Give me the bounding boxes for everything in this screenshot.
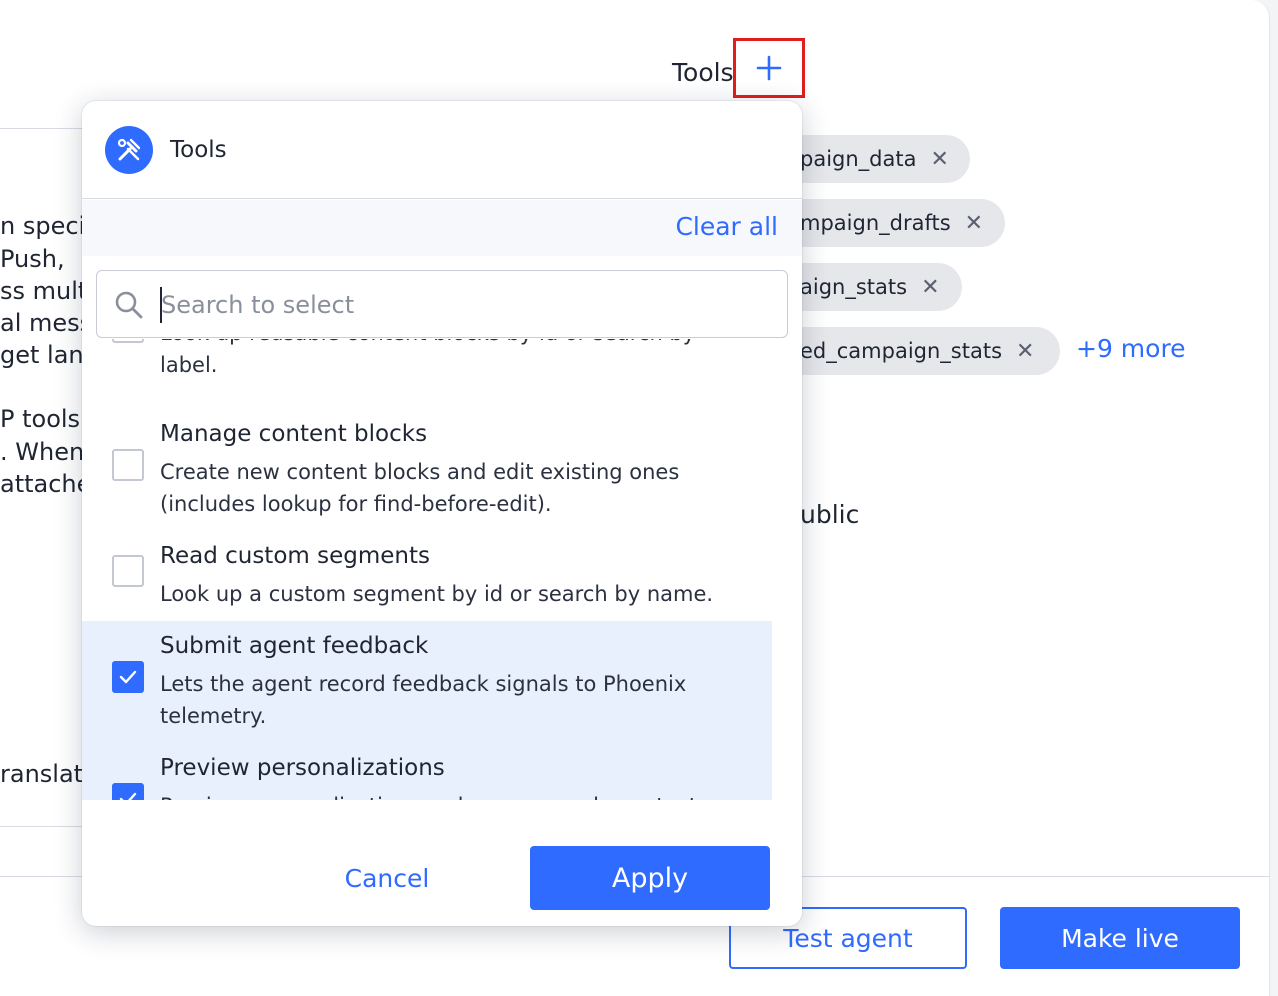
- make-live-button[interactable]: Make live: [1000, 907, 1240, 969]
- bg-description-line: Push,: [0, 245, 65, 273]
- tool-option[interactable]: Manage content blocks Create new content…: [82, 399, 772, 521]
- bg-description-line: n speci: [0, 212, 86, 240]
- tool-option-description: Look up a custom segment by id or search…: [160, 582, 714, 606]
- add-tools-button[interactable]: [733, 38, 805, 98]
- more-tools-link[interactable]: +9 more: [1076, 334, 1186, 363]
- tool-chip: paign_data ✕: [780, 135, 970, 183]
- remove-chip-icon[interactable]: ✕: [930, 147, 948, 172]
- tool-option-description: Look up reusable content blocks by id or…: [160, 339, 695, 377]
- remove-chip-icon[interactable]: ✕: [965, 211, 983, 236]
- divider: [0, 826, 82, 827]
- tools-option-list[interactable]: Look up reusable content blocks by id or…: [82, 339, 772, 800]
- bg-description-line: ranslat: [0, 760, 84, 788]
- tool-checkbox[interactable]: [112, 555, 144, 587]
- tool-search-box[interactable]: [96, 270, 788, 338]
- tool-chip: aign_stats ✕: [780, 263, 962, 311]
- tool-checkbox[interactable]: [112, 449, 144, 481]
- tools-picker-popover: Tools Clear all Look up reusable content…: [82, 101, 802, 926]
- tool-option-description: Create new content blocks and edit exist…: [160, 460, 680, 516]
- cancel-button[interactable]: Cancel: [292, 846, 482, 910]
- bg-description-line: attache: [0, 470, 92, 498]
- tool-chip-label: paign_data: [800, 147, 917, 171]
- tool-checkbox-checked[interactable]: [112, 783, 144, 800]
- tools-icon: [105, 126, 153, 174]
- tool-chip-label: aign_stats: [800, 275, 908, 299]
- clear-bar: Clear all: [82, 200, 802, 256]
- bg-description-line: . When: [0, 438, 85, 466]
- bg-description-line: P tools.: [0, 405, 88, 433]
- tool-chip-label: ed_campaign_stats: [800, 339, 1003, 363]
- tool-option[interactable]: Read custom segments Look up a custom se…: [82, 521, 772, 621]
- tool-option-title: Read custom segments: [160, 543, 430, 569]
- popover-header: Tools: [82, 101, 802, 199]
- search-icon: [115, 291, 143, 319]
- tool-chip: ed_campaign_stats ✕: [780, 327, 1060, 375]
- tool-option-description: Lets the agent record feedback signals t…: [160, 672, 687, 728]
- remove-chip-icon[interactable]: ✕: [921, 275, 939, 300]
- tool-option[interactable]: Look up reusable content blocks by id or…: [82, 339, 772, 399]
- search-input[interactable]: [161, 285, 761, 325]
- check-icon: [119, 670, 137, 684]
- popover-title: Tools: [170, 137, 227, 163]
- tool-chip: mpaign_drafts ✕: [780, 199, 1005, 247]
- tool-checkbox-checked[interactable]: [112, 661, 144, 693]
- bg-description-line: al mess: [0, 309, 93, 337]
- divider: [0, 128, 82, 129]
- tool-checkbox[interactable]: [112, 339, 144, 343]
- plus-icon: [756, 55, 782, 81]
- clear-all-button[interactable]: Clear all: [675, 212, 778, 241]
- tools-section-label: Tools: [672, 58, 734, 87]
- apply-button[interactable]: Apply: [530, 846, 770, 910]
- bg-description-line: ss mult: [0, 277, 88, 305]
- tool-option-selected[interactable]: Submit agent feedback Lets the agent rec…: [82, 621, 772, 743]
- tool-option-title: Submit agent feedback: [160, 633, 429, 659]
- remove-chip-icon[interactable]: ✕: [1016, 339, 1034, 364]
- tool-option-title: Preview personalizations: [160, 755, 445, 781]
- visibility-text: ublic: [800, 500, 860, 529]
- tool-option-description: Preview personalization renders on sampl…: [160, 790, 730, 800]
- tool-option-selected[interactable]: Preview personalizations Preview persona…: [82, 743, 772, 800]
- tool-chip-label: mpaign_drafts: [800, 211, 951, 235]
- tool-option-title: Manage content blocks: [160, 421, 428, 447]
- check-icon: [119, 792, 137, 800]
